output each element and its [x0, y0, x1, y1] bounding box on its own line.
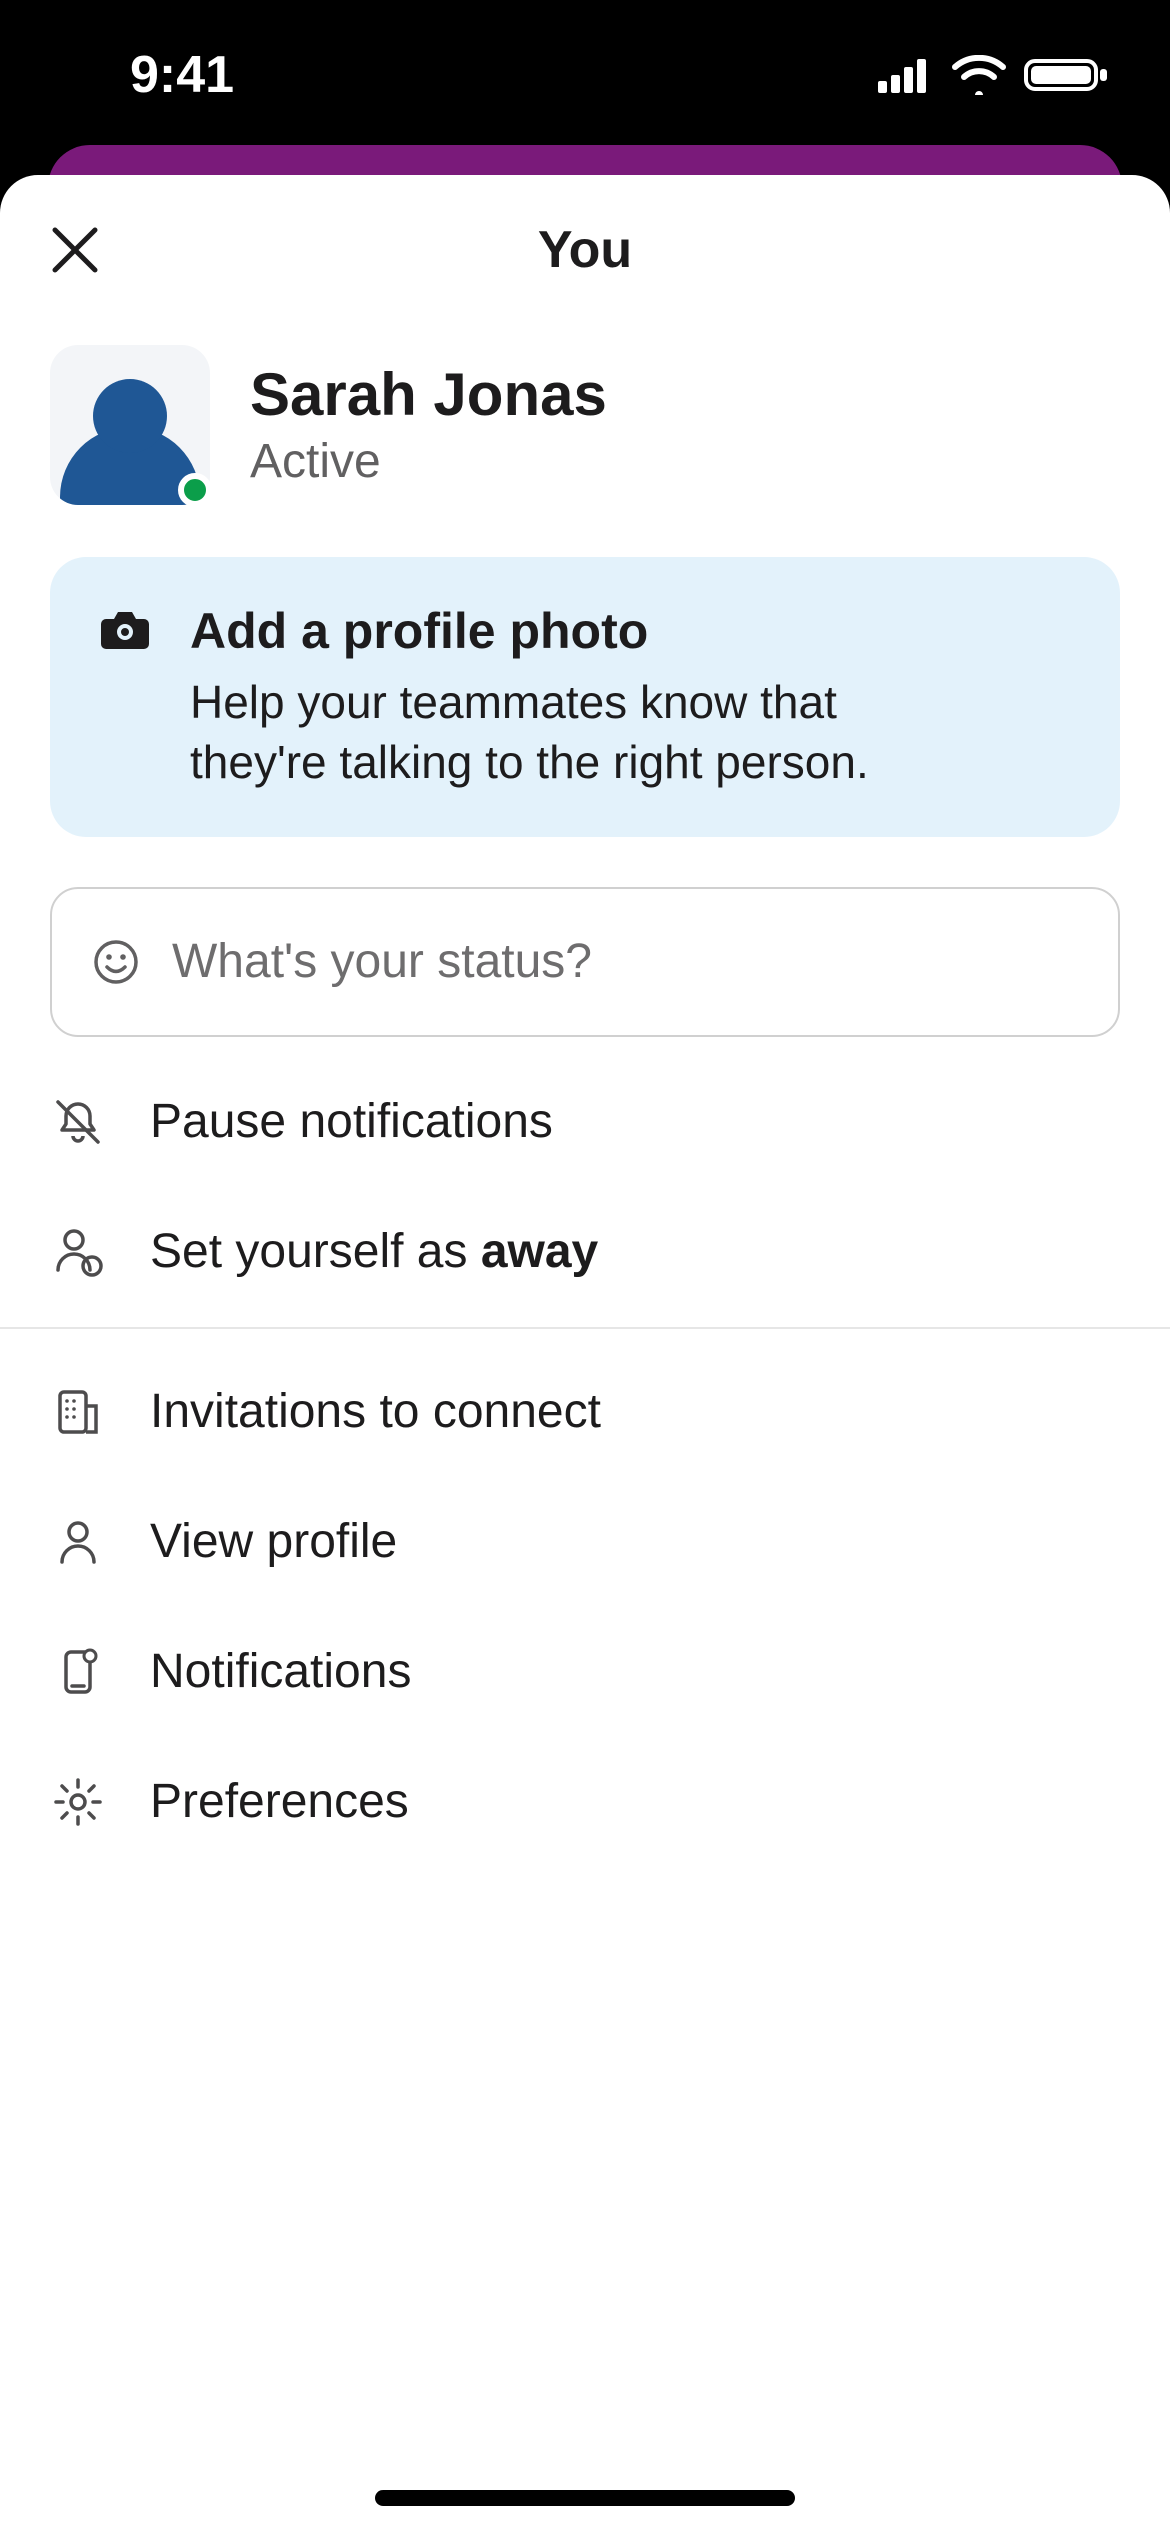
battery-icon — [1024, 55, 1110, 95]
callout-description: Help your teammates know that they're ta… — [190, 673, 950, 793]
emoji-icon — [92, 938, 140, 986]
set-away-item[interactable]: Set yourself as away — [0, 1187, 1170, 1317]
preferences-item[interactable]: Preferences — [0, 1737, 1170, 1867]
you-sheet: You Sarah Jonas Active — [0, 175, 1170, 2532]
notifications-label: Notifications — [150, 1644, 411, 1699]
section-divider — [0, 1327, 1170, 1329]
presence-indicator — [178, 473, 212, 507]
avatar-placeholder-head — [93, 379, 167, 453]
set-away-label: Set yourself as away — [150, 1224, 598, 1279]
profile-row[interactable]: Sarah Jonas Active — [0, 325, 1170, 545]
pause-notifications-label: Pause notifications — [150, 1094, 553, 1149]
status-indicators — [878, 55, 1110, 95]
close-button[interactable] — [40, 215, 110, 285]
status-placeholder: What's your status? — [172, 934, 592, 989]
sheet-header: You — [0, 175, 1170, 325]
status-time: 9:41 — [130, 45, 234, 105]
close-icon — [47, 222, 103, 278]
phone-badge-icon — [50, 1644, 106, 1700]
invitations-label: Invitations to connect — [150, 1384, 601, 1439]
callout-title: Add a profile photo — [190, 601, 950, 661]
preferences-label: Preferences — [150, 1774, 409, 1829]
gear-icon — [50, 1774, 106, 1830]
invitations-item[interactable]: Invitations to connect — [0, 1347, 1170, 1477]
profile-presence: Active — [250, 434, 607, 489]
add-photo-callout[interactable]: Add a profile photo Help your teammates … — [50, 557, 1120, 837]
person-away-icon — [50, 1224, 106, 1280]
building-icon — [50, 1384, 106, 1440]
home-indicator[interactable] — [375, 2490, 795, 2506]
pause-notifications-item[interactable]: Pause notifications — [0, 1057, 1170, 1187]
view-profile-item[interactable]: View profile — [0, 1477, 1170, 1607]
sheet-title: You — [538, 220, 632, 280]
camera-icon — [100, 607, 150, 657]
profile-name: Sarah Jonas — [250, 362, 607, 428]
status-input[interactable]: What's your status? — [50, 887, 1120, 1037]
view-profile-label: View profile — [150, 1514, 397, 1569]
wifi-icon — [952, 55, 1006, 95]
cellular-icon — [878, 57, 934, 93]
status-bar: 9:41 — [0, 0, 1170, 150]
bell-off-icon — [50, 1094, 106, 1150]
notifications-item[interactable]: Notifications — [0, 1607, 1170, 1737]
person-icon — [50, 1514, 106, 1570]
